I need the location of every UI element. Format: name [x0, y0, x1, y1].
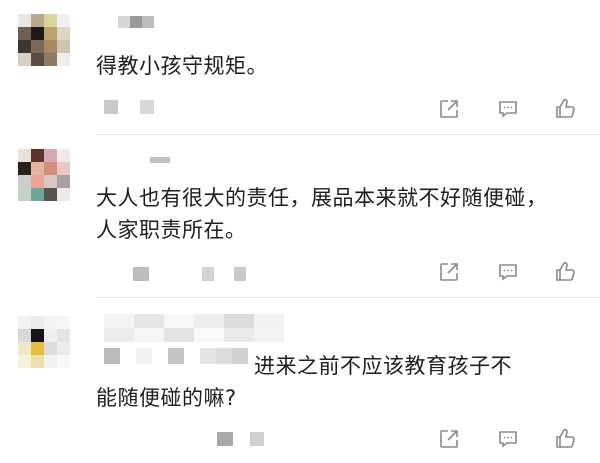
username-redacted [150, 157, 170, 163]
like-icon[interactable] [552, 426, 578, 452]
share-icon[interactable] [436, 259, 462, 285]
comment-item: 大人也有很大的责任，展品本来就不好随便碰，人家职责所在。 [0, 135, 600, 298]
comment-text: 进来之前不应该教育孩子不能随便碰的嘛? [96, 354, 512, 410]
reply-icon[interactable] [495, 96, 521, 122]
comment-text: 得教小孩守规矩。 [96, 54, 268, 78]
username-redacted [104, 314, 284, 342]
location-redacted [250, 432, 264, 446]
location-redacted [140, 100, 154, 114]
like-icon[interactable] [552, 96, 578, 122]
avatar[interactable] [18, 316, 70, 368]
reply-icon[interactable] [495, 259, 521, 285]
timestamp-redacted [104, 100, 118, 114]
timestamp-redacted [133, 267, 149, 281]
comment-item: 得教小孩守规矩。 [0, 0, 600, 135]
share-icon[interactable] [436, 96, 462, 122]
share-icon[interactable] [436, 426, 462, 452]
location-redacted [202, 267, 214, 281]
avatar[interactable] [18, 149, 70, 201]
comment-text: 大人也有很大的责任，展品本来就不好随便碰，人家职责所在。 [96, 186, 548, 242]
location-redacted [234, 267, 246, 281]
username-redacted [118, 16, 154, 28]
reply-icon[interactable] [495, 426, 521, 452]
avatar[interactable] [18, 14, 70, 66]
comment-item: 进来之前不应该教育孩子不能随便碰的嘛? [0, 298, 600, 463]
timestamp-redacted [217, 432, 233, 446]
like-icon[interactable] [552, 259, 578, 285]
